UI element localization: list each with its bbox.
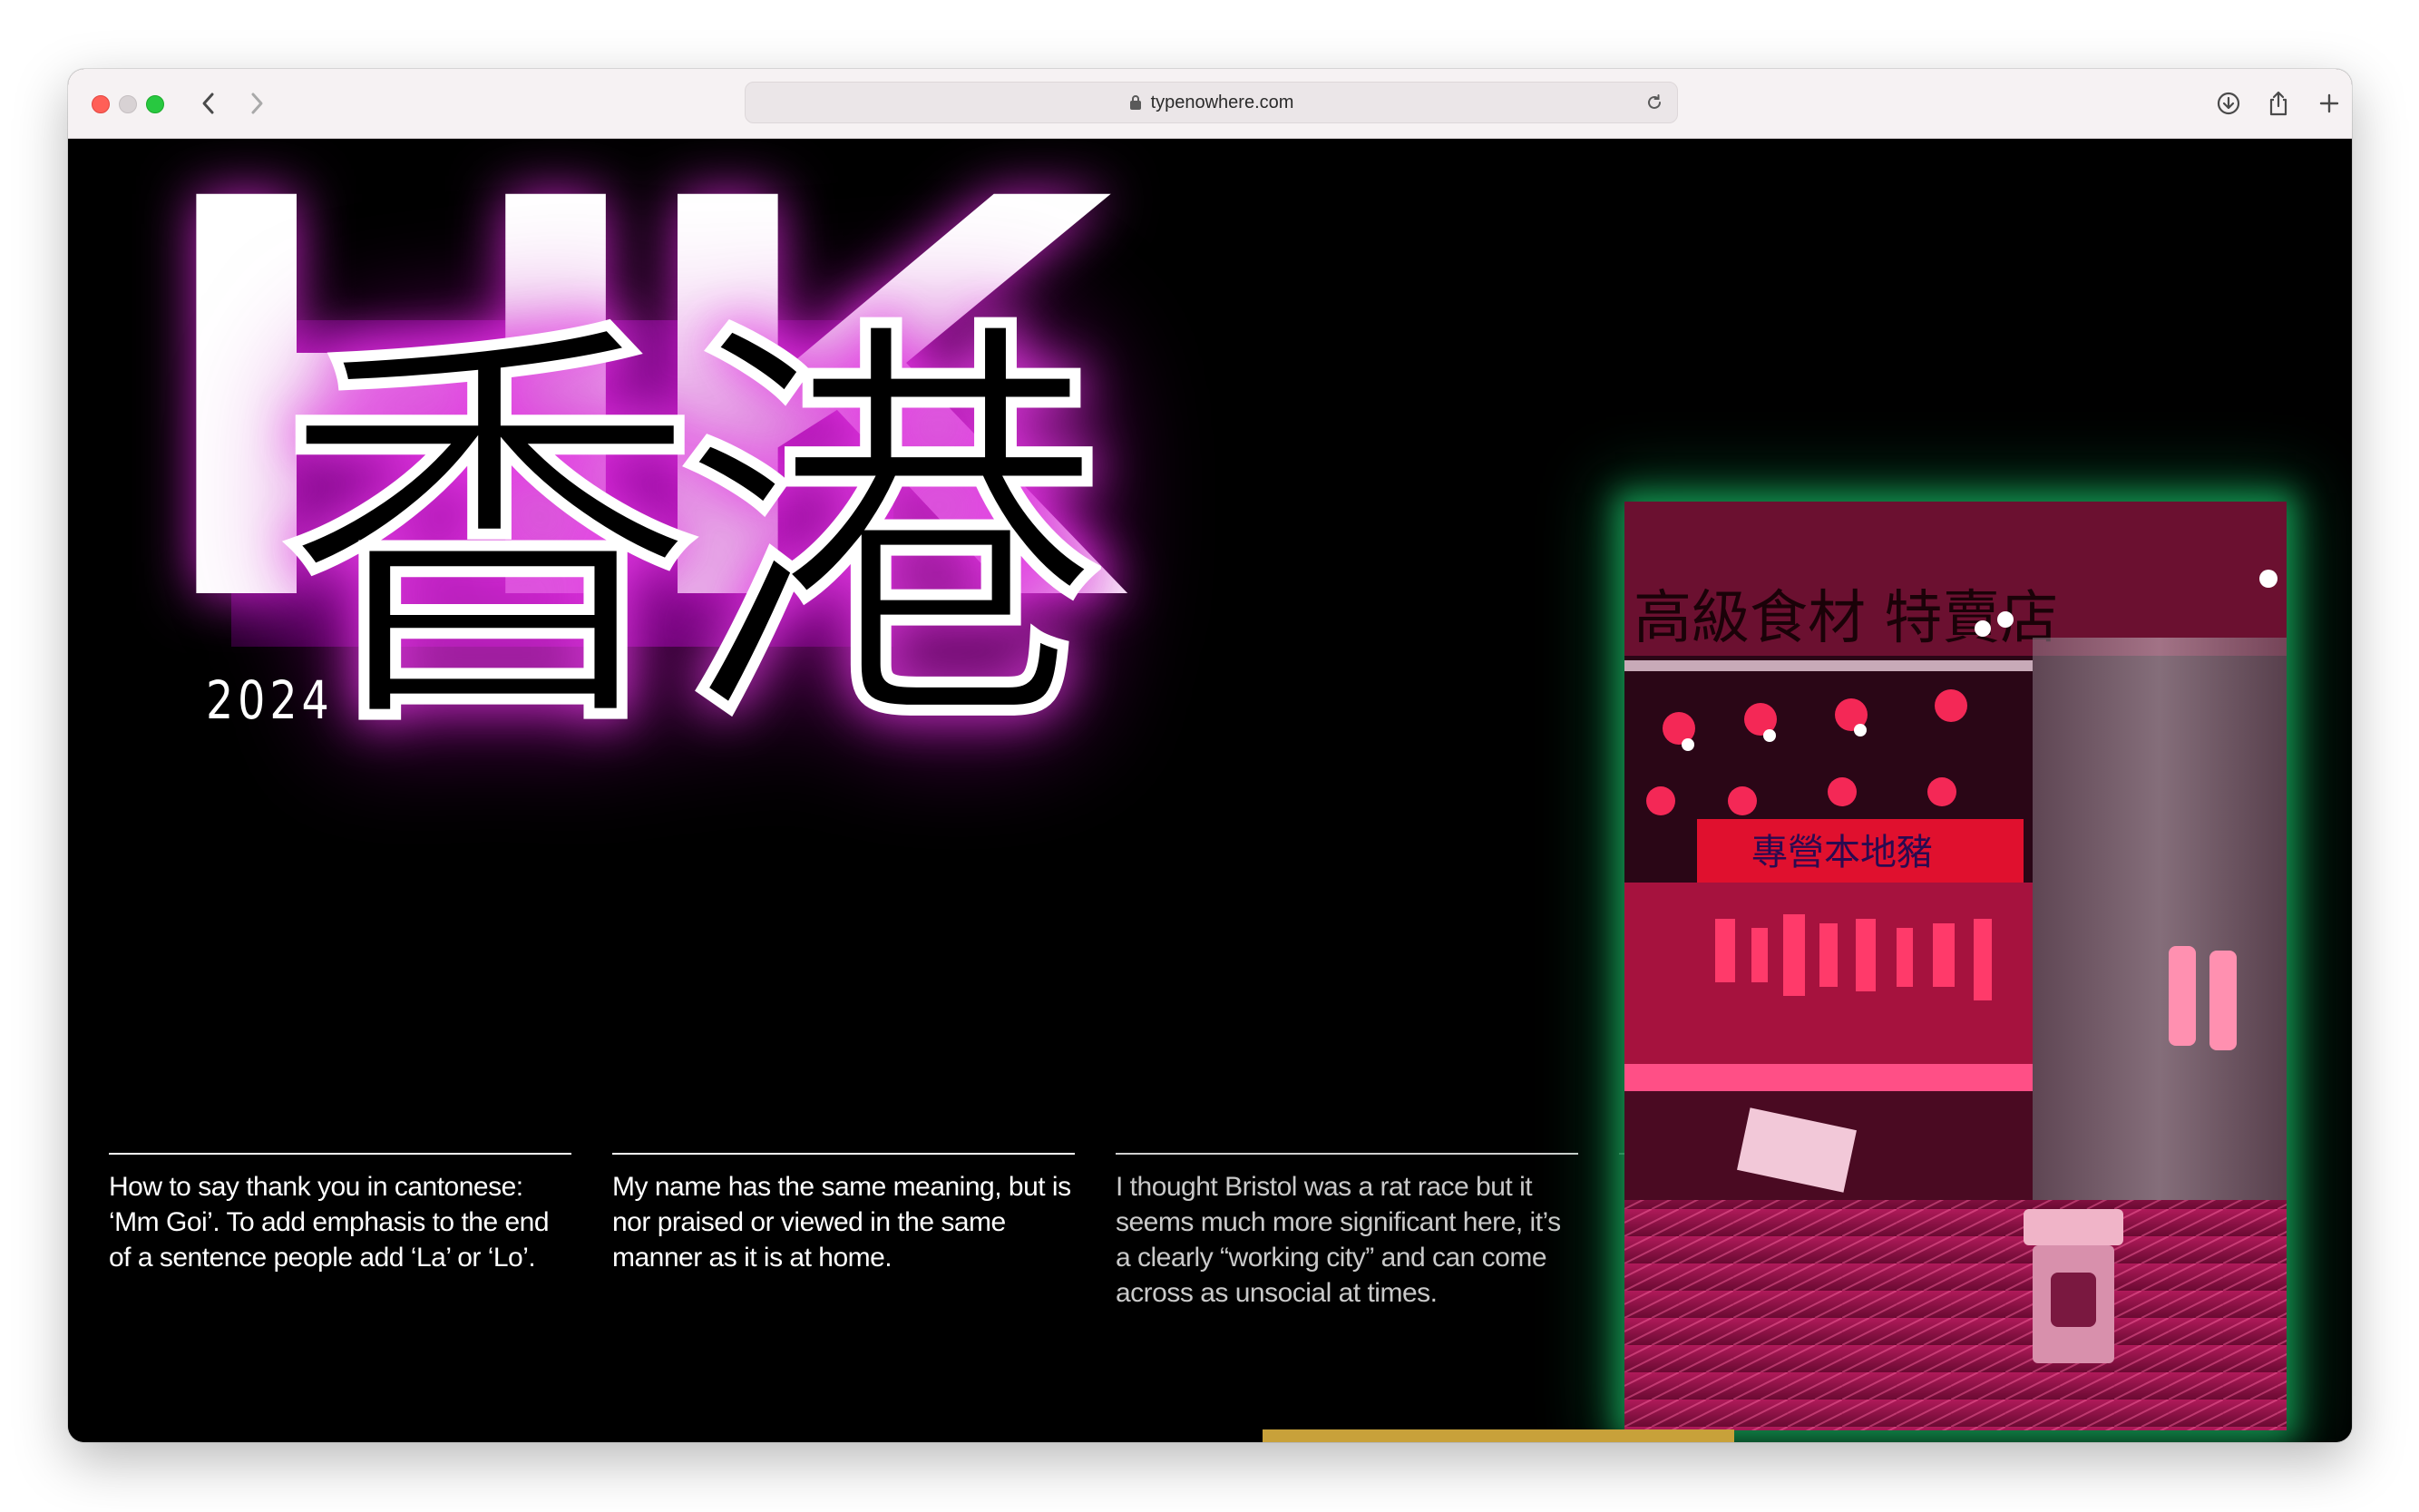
hong-kong-cjk-title: 香港 <box>271 285 1107 781</box>
page-content: HK 香港 2024 How to say thank you in canto… <box>68 139 2352 1442</box>
captions-row: How to say thank you in cantonese: ‘Mm G… <box>109 1153 1705 1352</box>
zoom-window-button[interactable] <box>146 95 164 113</box>
meat-shop-photo: 高級食材 特賣店 專營本地豬 <box>1624 502 2287 1430</box>
year-label: 2024 <box>206 669 334 731</box>
chevron-right-icon <box>251 93 263 114</box>
browser-window: typenowhere.com HK 香港 2024 How to say th… <box>68 69 2352 1442</box>
horizontal-scroll-indicator[interactable] <box>1263 1429 1734 1442</box>
url-text: typenowhere.com <box>1150 92 1294 112</box>
close-window-button[interactable] <box>92 95 110 113</box>
banner-sign-text: 高級食材 特賣店 <box>1634 585 2058 652</box>
caption-1: How to say thank you in cantonese: ‘Mm G… <box>109 1153 571 1275</box>
chevron-left-icon <box>202 93 214 114</box>
plus-icon <box>2319 93 2339 113</box>
download-icon <box>2217 92 2240 115</box>
caption-2: My name has the same meaning, but is nor… <box>612 1153 1075 1275</box>
forward-button[interactable] <box>240 87 273 120</box>
reload-icon[interactable] <box>1644 93 1664 112</box>
pork-sign-text: 專營本地豬 <box>1751 832 1933 873</box>
back-button[interactable] <box>192 87 225 120</box>
caption-3: I thought Bristol was a rat race but it … <box>1116 1153 1578 1311</box>
share-icon <box>2269 91 2287 116</box>
lock-icon <box>1129 95 1141 110</box>
address-bar[interactable]: typenowhere.com <box>745 82 1678 123</box>
minimize-window-button[interactable] <box>119 95 137 113</box>
share-button[interactable] <box>2264 89 2293 118</box>
downloads-button[interactable] <box>2214 89 2243 118</box>
hero-title-block: HK 香港 2024 <box>132 139 1202 883</box>
browser-toolbar: typenowhere.com <box>68 69 2352 139</box>
new-tab-button[interactable] <box>2315 89 2344 118</box>
butcher-stall-image: 高級食材 特賣店 專營本地豬 <box>1624 502 2287 1430</box>
